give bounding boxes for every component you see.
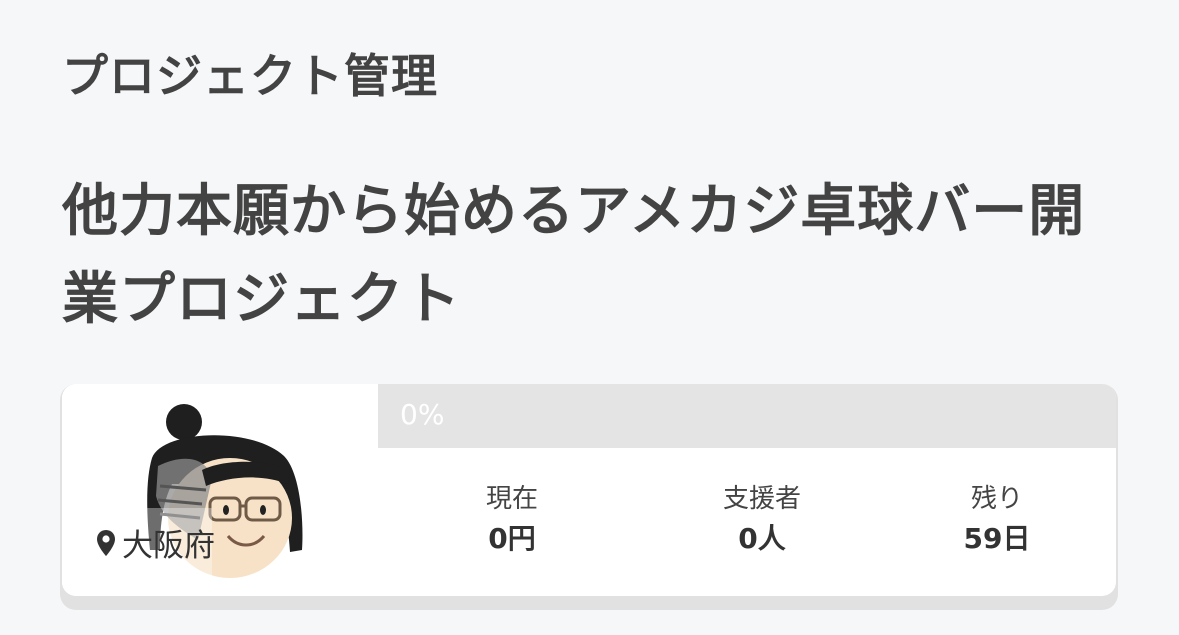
map-pin-icon <box>97 529 115 556</box>
project-location: 大阪府 <box>96 520 215 565</box>
stat-current-value: 0円 <box>488 522 536 555</box>
stat-supporters-value: 0人 <box>738 522 786 555</box>
stat-remaining: 残り 59日 <box>897 480 1097 560</box>
stat-current-label: 現在 <box>485 484 538 514</box>
stat-supporters: 支援者 0人 <box>662 480 862 560</box>
stat-remaining-label: 残り <box>970 484 1023 514</box>
project-title[interactable]: 他力本願から始めるアメカジ卓球バー開業プロジェクト <box>62 168 1122 344</box>
project-thumbnail[interactable]: 大阪府 <box>62 384 378 596</box>
location-label: 大阪府 <box>122 528 215 564</box>
page-title: プロジェクト管理 <box>62 49 438 103</box>
funding-progress-bar: 0% <box>378 384 1116 448</box>
funding-progress-label: 0% <box>400 398 445 431</box>
stat-supporters-label: 支援者 <box>722 484 801 514</box>
stat-current: 現在 0円 <box>412 480 612 560</box>
stat-remaining-value: 59日 <box>963 522 1031 555</box>
project-card[interactable]: 大阪府 0% 現在 0円 支援者 0人 残り 59日 <box>62 384 1116 596</box>
